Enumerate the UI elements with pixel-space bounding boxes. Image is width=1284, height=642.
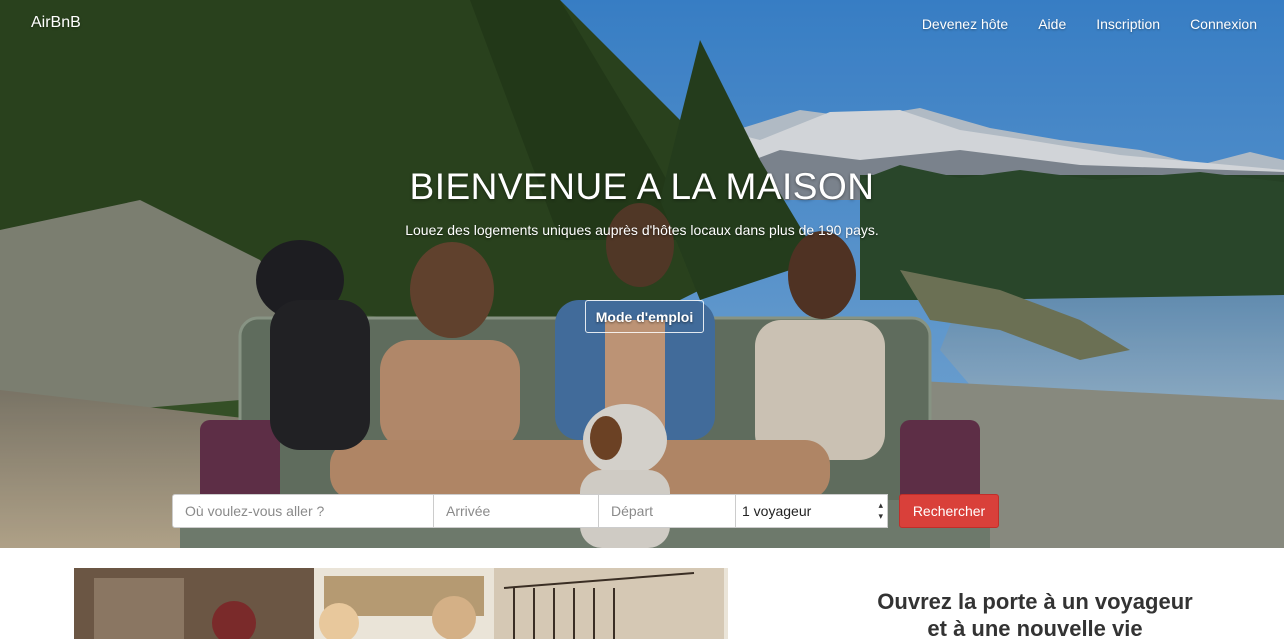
top-navbar: AirBnB Devenez hôte Aide Inscription Con… xyxy=(0,0,1284,48)
hero-title: BIENVENUE A LA MAISON xyxy=(409,166,875,207)
nav-link-login[interactable]: Connexion xyxy=(1190,16,1257,32)
hero-section: AirBnB Devenez hôte Aide Inscription Con… xyxy=(0,0,1284,548)
guests-select[interactable]: 1 voyageur ▴ ▾ xyxy=(736,494,888,528)
promo-heading-line-1: Ouvrez la porte à un voyageur xyxy=(877,589,1193,614)
promo-photo-image xyxy=(74,568,728,639)
promo-photo xyxy=(74,568,728,639)
how-it-works-button[interactable]: Mode d'emploi xyxy=(585,300,704,333)
guests-select-value: 1 voyageur xyxy=(742,503,812,519)
nav-links: Devenez hôte Aide Inscription Connexion xyxy=(922,16,1257,32)
search-bar: 1 voyageur ▴▾ xyxy=(172,494,888,528)
hero-background-photo xyxy=(0,0,1284,548)
nav-link-help[interactable]: Aide xyxy=(1038,16,1066,32)
nav-link-become-host[interactable]: Devenez hôte xyxy=(922,16,1008,32)
departure-date-input[interactable] xyxy=(599,494,736,528)
arrival-date-input[interactable] xyxy=(434,494,599,528)
destination-input[interactable] xyxy=(172,494,434,528)
search-submit-button[interactable]: Rechercher xyxy=(899,494,999,528)
brand-logo-link[interactable]: AirBnB xyxy=(31,14,81,32)
promo-heading: Ouvrez la porte à un voyageur et à une n… xyxy=(830,588,1240,642)
nav-link-signup[interactable]: Inscription xyxy=(1096,16,1160,32)
hero-subtitle: Louez des logements uniques auprès d'hôt… xyxy=(405,222,879,238)
promo-heading-line-2: et à une nouvelle vie xyxy=(927,616,1143,641)
select-arrows-icon: ▴ ▾ xyxy=(878,500,883,521)
